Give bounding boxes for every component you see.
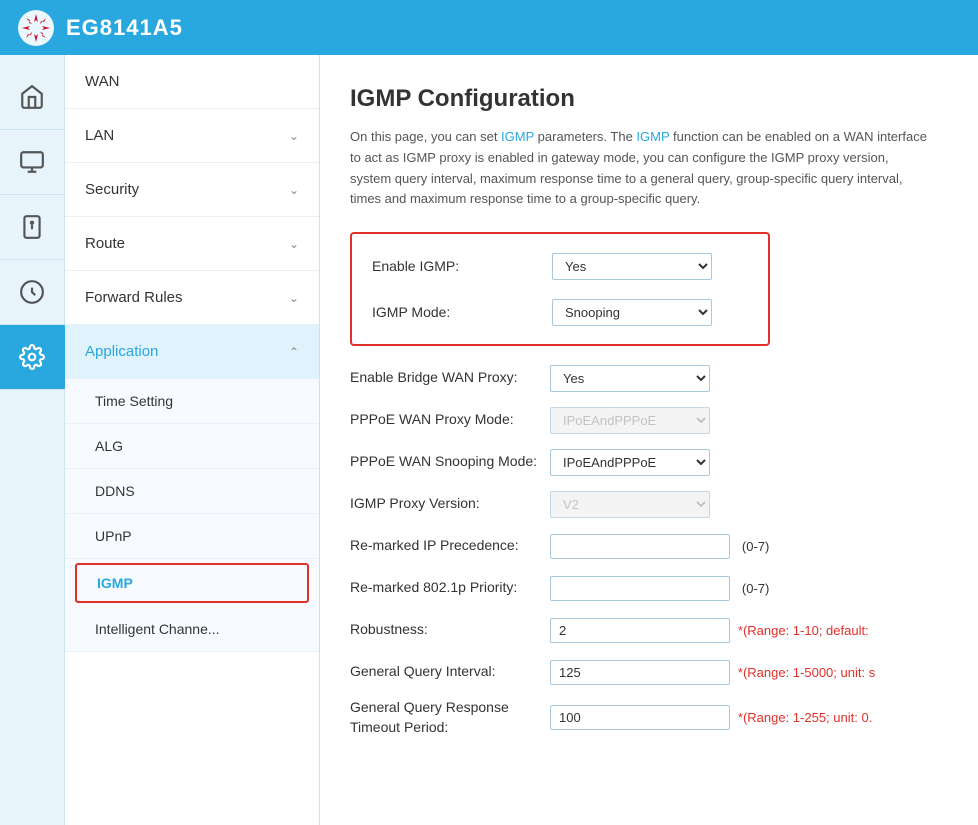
sidebar: WAN LAN ⌄ Security ⌄ Route ⌄ Forward Rul…: [65, 55, 320, 825]
chevron-down-icon: ⌄: [289, 237, 299, 251]
igmp-proxy-version-control: V2 V3: [550, 491, 710, 518]
igmp-link-2[interactable]: IGMP: [636, 129, 669, 144]
igmp-proxy-version-label: IGMP Proxy Version:: [350, 494, 550, 514]
form-row-enable-bridge: Enable Bridge WAN Proxy: Yes No: [350, 362, 948, 394]
page-description: On this page, you can set IGMP parameter…: [350, 127, 930, 210]
chevron-up-icon: ⌃: [289, 345, 299, 359]
form-row-robustness: Robustness: *(Range: 1-10; default:: [350, 614, 948, 646]
sidebar-sub-item-ddns[interactable]: DDNS: [65, 469, 319, 514]
sidebar-item-application-label: Application: [85, 343, 158, 360]
remarked-ip-input[interactable]: [550, 534, 730, 559]
remarked-802-control: (0-7): [550, 576, 769, 601]
body-wrap: WAN LAN ⌄ Security ⌄ Route ⌄ Forward Rul…: [0, 55, 978, 825]
icon-bar-home[interactable]: [0, 65, 65, 130]
header-title: EG8141A5: [66, 15, 183, 41]
sidebar-item-lan-label: LAN: [85, 127, 114, 144]
form-row-remarked-ip: Re-marked IP Precedence: (0-7): [350, 530, 948, 562]
sidebar-item-forward-rules[interactable]: Forward Rules ⌄: [65, 271, 319, 325]
icon-bar-route[interactable]: [0, 260, 65, 325]
chevron-down-icon: ⌄: [289, 291, 299, 305]
enable-igmp-label: Enable IGMP:: [372, 258, 552, 274]
remarked-802-input[interactable]: [550, 576, 730, 601]
pppoe-snooping-label: PPPoE WAN Snooping Mode:: [350, 452, 550, 472]
general-query-interval-input[interactable]: [550, 660, 730, 685]
igmp-link-1[interactable]: IGMP: [501, 129, 534, 144]
igmp-proxy-version-select[interactable]: V2 V3: [550, 491, 710, 518]
general-query-response-input[interactable]: [550, 705, 730, 730]
igmp-mode-control: Snooping Proxy: [552, 299, 712, 326]
pppoe-snooping-control: IPoEAndPPPoE PPPoE IPoE: [550, 449, 710, 476]
sidebar-sub-item-time-setting[interactable]: Time Setting: [65, 379, 319, 424]
main-content: IGMP Configuration On this page, you can…: [320, 55, 978, 825]
icon-bar: [0, 55, 65, 825]
sidebar-item-security[interactable]: Security ⌄: [65, 163, 319, 217]
enable-igmp-control: Yes No: [552, 253, 712, 280]
general-query-response-label: General Query Response Timeout Period:: [350, 698, 550, 737]
enable-bridge-select[interactable]: Yes No: [550, 365, 710, 392]
icon-bar-settings[interactable]: [0, 325, 65, 390]
sidebar-item-route-label: Route: [85, 235, 125, 252]
form-row-general-query-response: General Query Response Timeout Period: *…: [350, 698, 948, 737]
general-query-interval-label: General Query Interval:: [350, 662, 550, 682]
sidebar-item-forward-rules-label: Forward Rules: [85, 289, 183, 306]
sidebar-item-wan-label: WAN: [85, 73, 119, 90]
sidebar-item-lan[interactable]: LAN ⌄: [65, 109, 319, 163]
remarked-ip-hint: (0-7): [742, 539, 769, 554]
sidebar-item-security-label: Security: [85, 181, 139, 198]
chevron-down-icon: ⌄: [289, 183, 299, 197]
sidebar-item-wan[interactable]: WAN: [65, 55, 319, 109]
form-row-enable-igmp: Enable IGMP: Yes No: [372, 250, 748, 282]
sidebar-item-route[interactable]: Route ⌄: [65, 217, 319, 271]
general-query-interval-hint: *(Range: 1-5000; unit: s: [738, 665, 875, 680]
enable-igmp-select[interactable]: Yes No: [552, 253, 712, 280]
enable-bridge-label: Enable Bridge WAN Proxy:: [350, 368, 550, 388]
remarked-802-label: Re-marked 802.1p Priority:: [350, 578, 550, 598]
page-title: IGMP Configuration: [350, 85, 948, 113]
robustness-label: Robustness:: [350, 620, 550, 640]
sidebar-sub-item-intelligent-channel[interactable]: Intelligent Channe...: [65, 607, 319, 652]
igmp-config-box: Enable IGMP: Yes No IGMP Mode: Snooping …: [350, 232, 770, 346]
pppoe-proxy-control: IPoEAndPPPoE PPPoE IPoE: [550, 407, 710, 434]
igmp-mode-label: IGMP Mode:: [372, 304, 552, 320]
header: EG8141A5: [0, 0, 978, 55]
pppoe-snooping-select[interactable]: IPoEAndPPPoE PPPoE IPoE: [550, 449, 710, 476]
form-row-igmp-proxy-version: IGMP Proxy Version: V2 V3: [350, 488, 948, 520]
pppoe-proxy-label: PPPoE WAN Proxy Mode:: [350, 410, 550, 430]
icon-bar-security[interactable]: [0, 195, 65, 260]
robustness-hint: *(Range: 1-10; default:: [738, 623, 869, 638]
form-row-pppoe-snooping: PPPoE WAN Snooping Mode: IPoEAndPPPoE PP…: [350, 446, 948, 478]
form-section-outer: Enable Bridge WAN Proxy: Yes No PPPoE WA…: [350, 362, 948, 737]
sidebar-sub-menu: Time Setting ALG DDNS UPnP IGMP Intellig…: [65, 379, 319, 652]
remarked-ip-label: Re-marked IP Precedence:: [350, 536, 550, 556]
sidebar-sub-item-alg[interactable]: ALG: [65, 424, 319, 469]
remarked-ip-control: (0-7): [550, 534, 769, 559]
form-row-general-query-interval: General Query Interval: *(Range: 1-5000;…: [350, 656, 948, 688]
form-row-remarked-802: Re-marked 802.1p Priority: (0-7): [350, 572, 948, 604]
enable-bridge-control: Yes No: [550, 365, 710, 392]
remarked-802-hint: (0-7): [742, 581, 769, 596]
pppoe-proxy-select[interactable]: IPoEAndPPPoE PPPoE IPoE: [550, 407, 710, 434]
general-query-response-hint: *(Range: 1-255; unit: 0.: [738, 710, 872, 725]
form-row-igmp-mode: IGMP Mode: Snooping Proxy: [372, 296, 748, 328]
chevron-down-icon: ⌄: [289, 129, 299, 143]
form-row-pppoe-proxy: PPPoE WAN Proxy Mode: IPoEAndPPPoE PPPoE…: [350, 404, 948, 436]
sidebar-item-application[interactable]: Application ⌃: [65, 325, 319, 379]
logo: EG8141A5: [16, 8, 183, 48]
general-query-response-control: *(Range: 1-255; unit: 0.: [550, 705, 872, 730]
huawei-logo-icon: [16, 8, 56, 48]
igmp-mode-select[interactable]: Snooping Proxy: [552, 299, 712, 326]
robustness-input[interactable]: [550, 618, 730, 643]
icon-bar-status[interactable]: [0, 130, 65, 195]
general-query-interval-control: *(Range: 1-5000; unit: s: [550, 660, 875, 685]
sidebar-sub-item-igmp[interactable]: IGMP: [75, 563, 309, 603]
sidebar-sub-item-upnp[interactable]: UPnP: [65, 514, 319, 559]
robustness-control: *(Range: 1-10; default:: [550, 618, 869, 643]
